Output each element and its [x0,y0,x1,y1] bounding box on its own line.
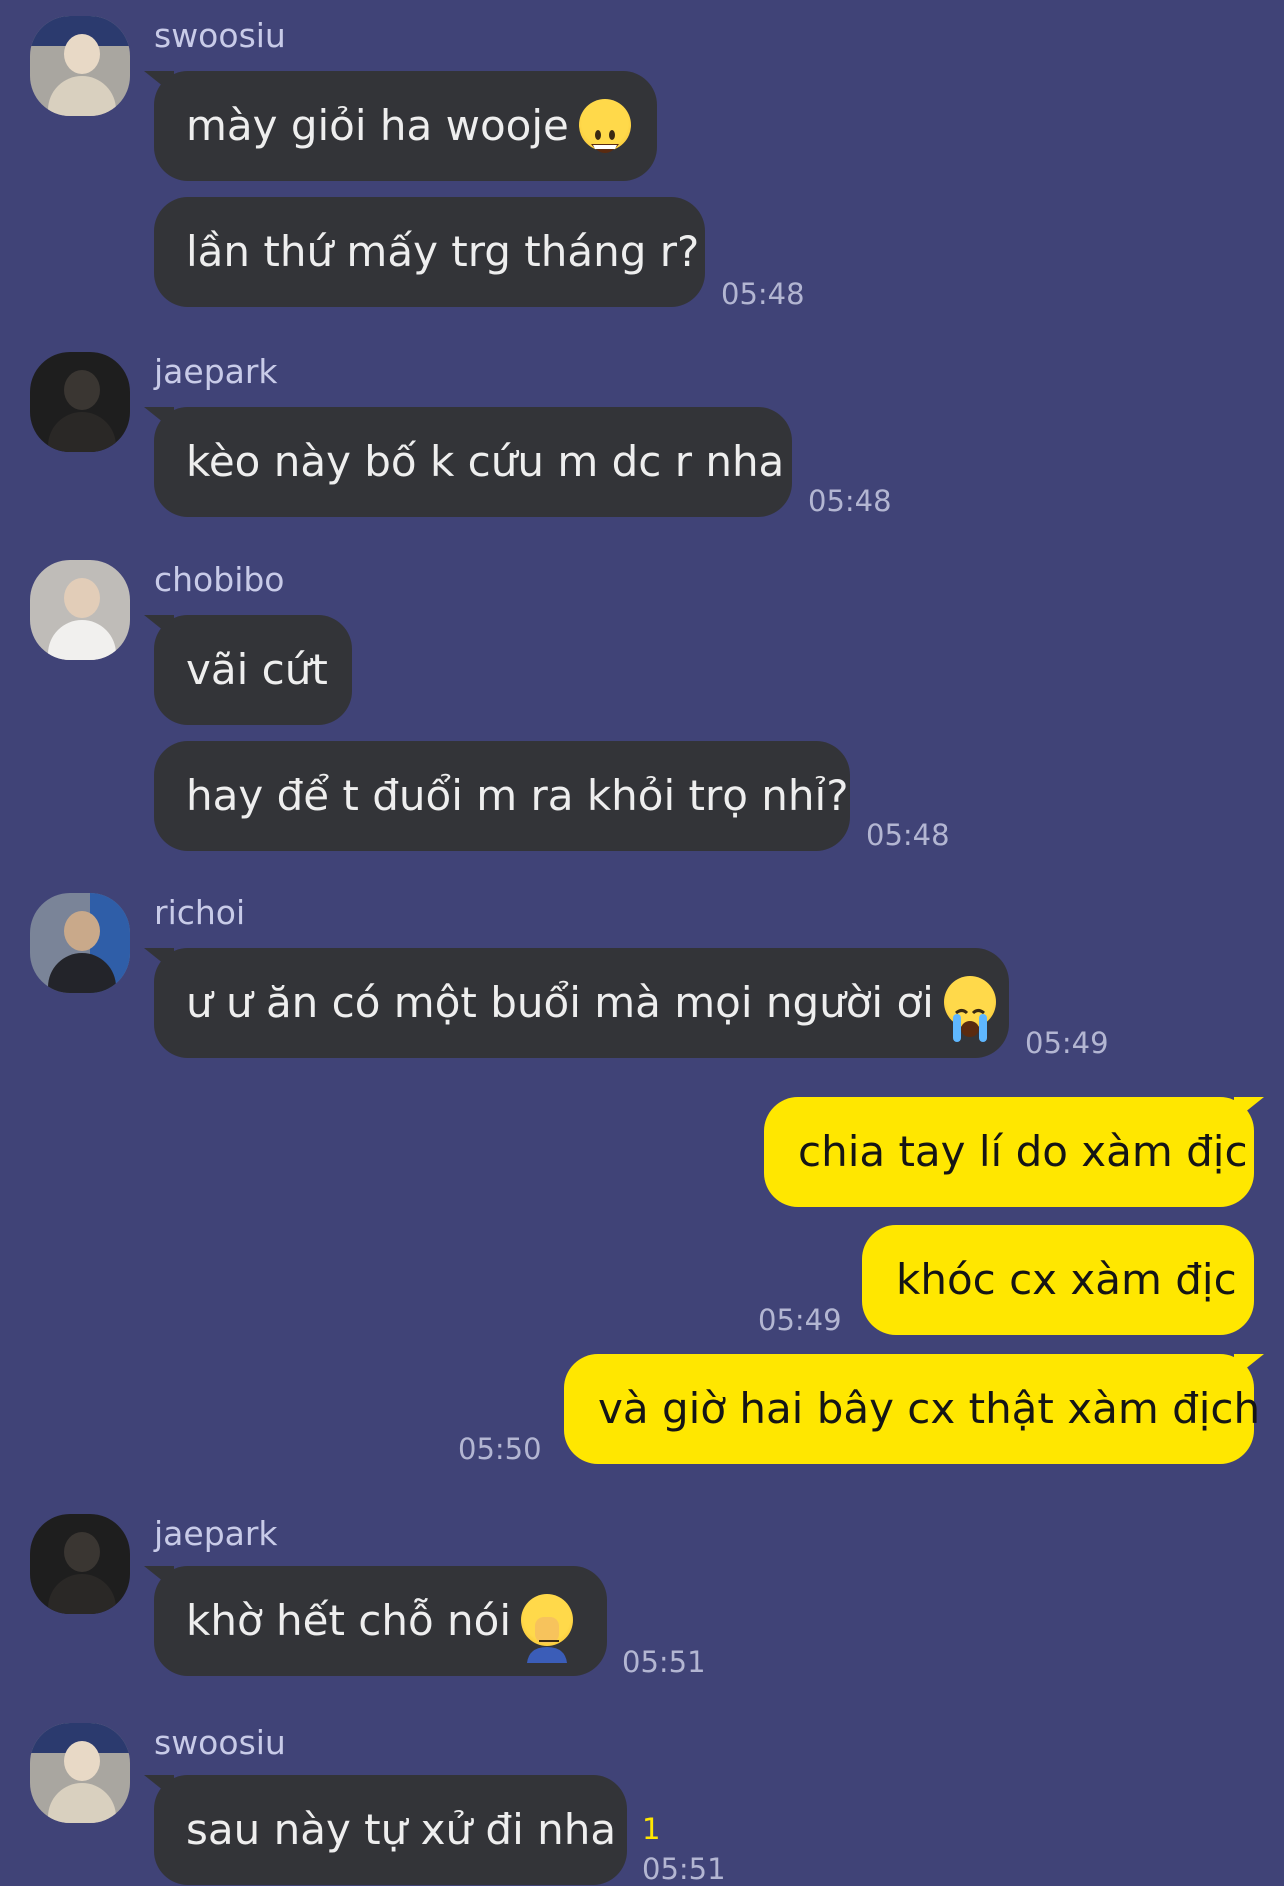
avatar[interactable] [30,1723,130,1823]
message-time: 05:51 [642,1852,726,1886]
message-text: sau này tự xử đi nha [186,1805,617,1854]
grinning-face-icon [578,98,631,153]
message-text: khóc cx xàm địc [896,1255,1237,1304]
message-time: 05:49 [758,1303,842,1337]
bubble-tail [144,948,174,972]
loudly-crying-face-icon [943,975,996,1042]
message-time: 05:49 [1025,1026,1109,1060]
avatar[interactable] [30,893,130,993]
message-bubble[interactable]: kèo này bố k cứu m dc r nha [144,407,792,517]
message-text: lần thứ mấy trg tháng r? [186,227,700,276]
message-time: 05:48 [721,277,805,311]
message-bubble[interactable]: lần thứ mấy trg tháng r? [154,197,705,307]
message-bubble[interactable]: khờ hết chỗ nói [144,1566,607,1676]
bubble-tail [144,1566,174,1590]
message-time: 05:51 [622,1645,706,1679]
message-time: 05:50 [458,1432,542,1466]
avatar[interactable] [30,560,130,660]
message-bubble[interactable]: mày giỏi ha wooje [144,71,657,181]
message-text: và giờ hai bây cx thật xàm địch [598,1384,1261,1433]
message-bubble[interactable]: vãi cứt [144,615,352,725]
avatar[interactable] [30,16,130,116]
message-bubble[interactable]: khóc cx xàm địc [862,1225,1254,1335]
sender-name: jaepark [154,1514,278,1553]
avatar[interactable] [30,1514,130,1614]
bubble-tail [1234,1354,1264,1378]
message-bubble[interactable]: chia tay lí do xàm địc [764,1097,1264,1207]
chat-view[interactable]: swoosiu mày giỏi ha wooje lần thứ mấy tr… [0,0,1284,1886]
message-bubble[interactable]: sau này tự xử đi nha [144,1775,627,1885]
sender-name: swoosiu [154,16,286,55]
sender-name: jaepark [154,352,278,391]
message-time: 05:48 [808,484,892,518]
bubble-tail [144,407,174,431]
face-palm-icon [521,1593,574,1663]
bubble-tail [144,615,174,639]
message-text: ư ư ăn có một buổi mà mọi người ơi [186,978,934,1027]
sender-name: chobibo [154,560,285,599]
message-text: khờ hết chỗ nói [186,1596,512,1645]
message-text: hay để t đuổi m ra khỏi trọ nhỉ? [186,771,849,820]
message-bubble[interactable]: hay để t đuổi m ra khỏi trọ nhỉ? [154,741,850,851]
sender-name: richoi [154,893,246,932]
bubble-tail [144,71,174,95]
bubble-tail [144,1775,174,1799]
message-time: 05:48 [866,818,950,852]
message-text: vãi cứt [186,645,328,694]
sender-name: swoosiu [154,1723,286,1762]
message-text: mày giỏi ha wooje [186,101,569,150]
message-text: chia tay lí do xàm địc [798,1127,1248,1176]
message-bubble[interactable]: ư ư ăn có một buổi mà mọi người ơi [144,948,1009,1058]
avatar[interactable] [30,352,130,452]
message-bubble[interactable]: và giờ hai bây cx thật xàm địch [564,1354,1264,1464]
unread-count: 1 [642,1812,661,1846]
message-text: kèo này bố k cứu m dc r nha [186,437,785,486]
bubble-tail [1234,1097,1264,1121]
